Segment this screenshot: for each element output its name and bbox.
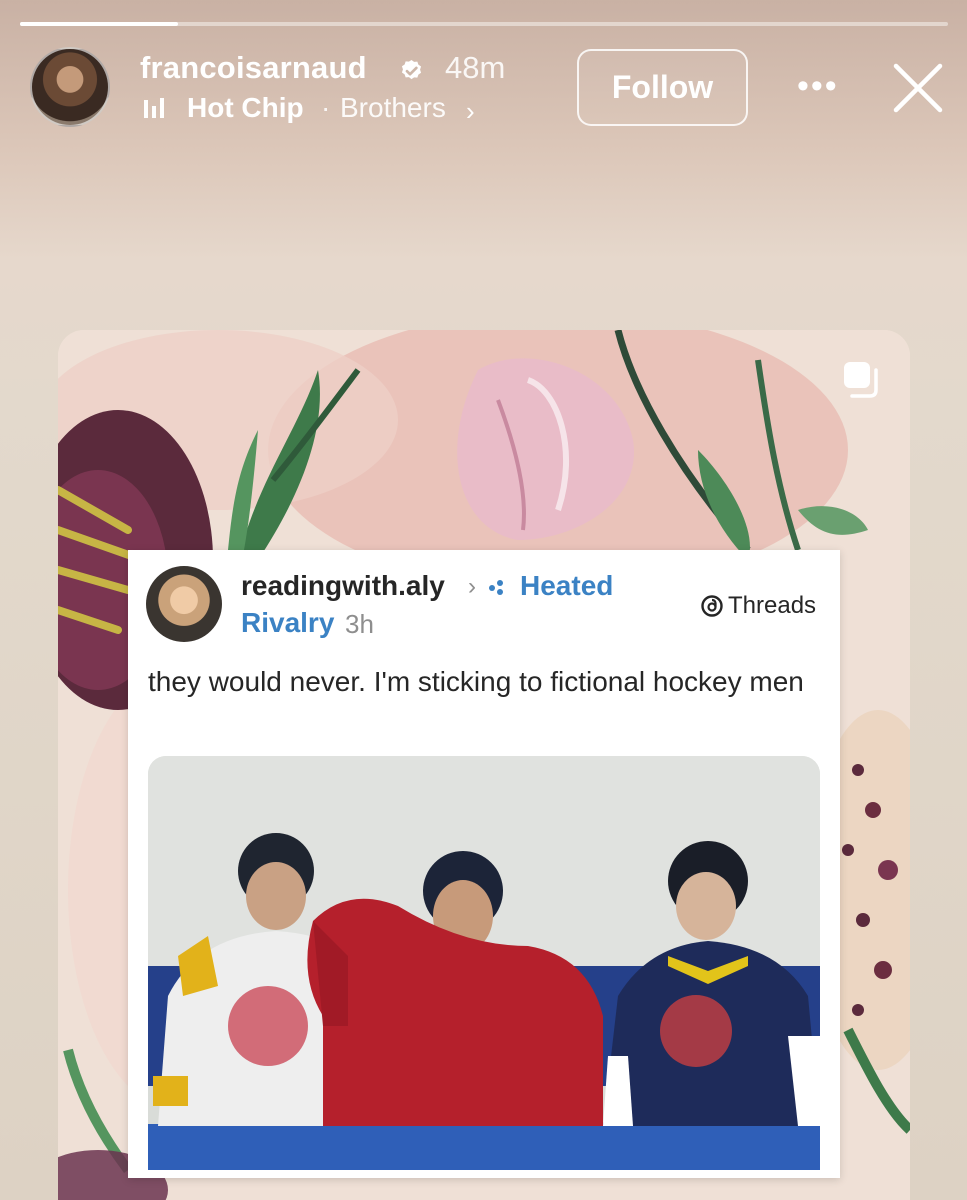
verified-badge-icon — [401, 59, 422, 80]
post-chevron-icon: › — [468, 573, 476, 600]
close-icon[interactable] — [892, 62, 944, 114]
threads-logo-icon — [701, 595, 723, 617]
follow-button[interactable]: Follow — [577, 49, 748, 126]
story-progress-track — [20, 22, 948, 26]
username[interactable]: francoisarnaud — [140, 50, 367, 86]
post-community-name-cont[interactable]: Rivalry — [241, 607, 334, 639]
community-dots-icon — [489, 580, 503, 595]
avatar[interactable] — [30, 47, 110, 127]
multiple-media-icon[interactable] — [842, 360, 886, 400]
music-bars-icon — [144, 98, 164, 118]
music-chevron-icon[interactable]: › — [466, 96, 475, 127]
post-text: they would never. I'm sticking to fictio… — [148, 666, 804, 697]
post-time: 48m — [445, 50, 506, 85]
story-progress-fill — [20, 22, 178, 26]
post-timestamp: 3h — [345, 609, 374, 639]
music-song[interactable]: Brothers — [340, 92, 446, 124]
post-photo-hockey-players[interactable] — [148, 756, 820, 1170]
threads-post[interactable]: readingwith.aly › Heated Rivalry 3h Thre… — [128, 550, 840, 1178]
post-author-avatar[interactable] — [146, 566, 222, 642]
music-separator: · — [321, 92, 331, 123]
music-artist[interactable]: Hot Chip — [187, 92, 304, 124]
more-horizontal-icon[interactable]: ••• — [797, 69, 841, 103]
threads-label: Threads — [728, 592, 817, 619]
post-community-name[interactable]: Heated — [520, 570, 613, 602]
post-author-username[interactable]: readingwith.aly — [241, 570, 445, 602]
